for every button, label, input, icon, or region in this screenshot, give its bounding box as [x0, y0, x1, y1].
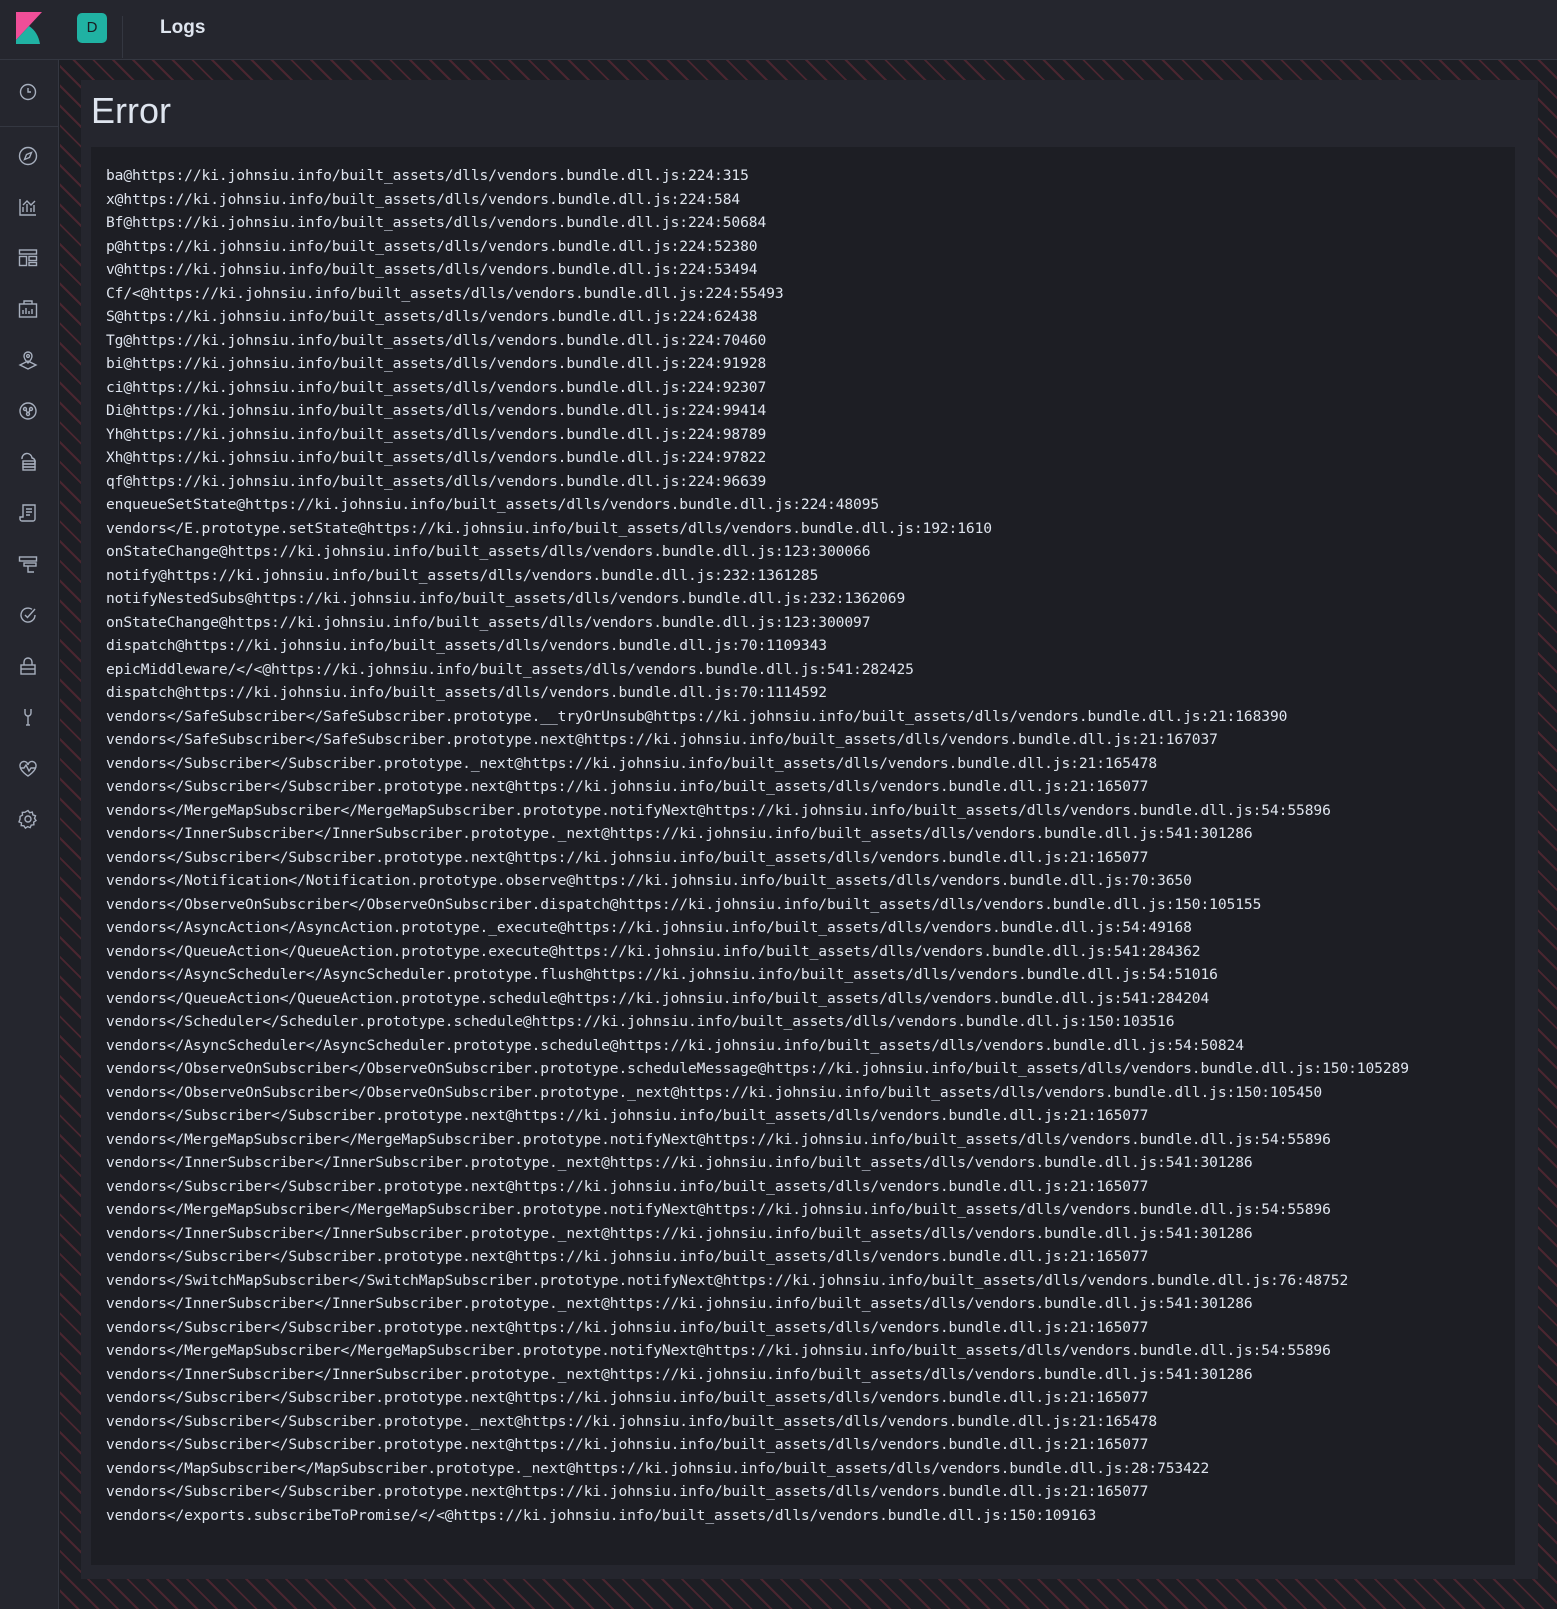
breadcrumb-title: Logs	[160, 17, 206, 38]
stack-trace-line: vendors</E.prototype.setState@https://ki…	[106, 519, 992, 537]
space-avatar[interactable]: D	[77, 13, 107, 43]
header-divider	[122, 16, 123, 58]
header-bar: D Logs	[0, 0, 1557, 60]
stack-trace-line: p@https://ki.johnsiu.info/built_assets/d…	[106, 237, 758, 255]
stack-trace-line: qf@https://ki.johnsiu.info/built_assets/…	[106, 472, 767, 490]
stack-trace-line: vendors</SafeSubscriber</SafeSubscriber.…	[106, 707, 1288, 725]
wrench-icon[interactable]	[16, 705, 40, 729]
stack-trace-line: vendors</SwitchMapSubscriber</SwitchMapS…	[106, 1271, 1349, 1289]
stack-trace-line: vendors</QueueAction</QueueAction.protot…	[106, 989, 1210, 1007]
stack-trace-line: Bf@https://ki.johnsiu.info/built_assets/…	[106, 214, 767, 231]
stack-trace-line: vendors</AsyncAction</AsyncAction.protot…	[106, 919, 1192, 936]
stack-trace-line: vendors</QueueAction</QueueAction.protot…	[106, 942, 1201, 960]
stack-trace-line: vendors</SafeSubscriber</SafeSubscriber.…	[106, 731, 1218, 748]
stack-trace-line: vendors</AsyncScheduler</AsyncScheduler.…	[106, 1036, 1244, 1054]
stack-trace-line: enqueueSetState@https://ki.johnsiu.info/…	[106, 496, 880, 513]
error-panel: Error ba@https://ki.johnsiu.info/built_a…	[81, 80, 1538, 1579]
stack-trace-line: vendors</MergeMapSubscriber</MergeMapSub…	[106, 1201, 1331, 1218]
stack-trace-line: vendors</Subscriber</Subscriber.prototyp…	[106, 754, 1158, 772]
stack-trace-line: vendors</Scheduler</Scheduler.prototype.…	[106, 1013, 1175, 1030]
chart-icon[interactable]	[16, 195, 40, 219]
stack-trace-line: vendors</InnerSubscriber</InnerSubscribe…	[106, 825, 1253, 842]
stack-trace-line: Tg@https://ki.johnsiu.info/built_assets/…	[106, 331, 767, 349]
error-stack-trace: ba@https://ki.johnsiu.info/built_assets/…	[91, 147, 1515, 1565]
main-content-area: Error ba@https://ki.johnsiu.info/built_a…	[60, 60, 1557, 1609]
stack-trace-line: x@https://ki.johnsiu.info/built_assets/d…	[106, 190, 741, 208]
stack-trace-line: vendors</InnerSubscriber</InnerSubscribe…	[106, 1365, 1253, 1383]
compass-icon[interactable]	[16, 144, 40, 168]
stack-trace-line: Yh@https://ki.johnsiu.info/built_assets/…	[106, 425, 767, 443]
stack-trace-line: vendors</Subscriber</Subscriber.prototyp…	[106, 1483, 1149, 1500]
stack-trace-line: vendors</Subscriber</Subscriber.prototyp…	[106, 1389, 1149, 1406]
stack-trace-line: onStateChange@https://ki.johnsiu.info/bu…	[106, 543, 871, 560]
stack-trace-line: vendors</Subscriber</Subscriber.prototyp…	[106, 1436, 1149, 1453]
stack-trace-line: vendors</ObserveOnSubscriber</ObserveOnS…	[106, 895, 1262, 913]
stack-trace-line: Xh@https://ki.johnsiu.info/built_assets/…	[106, 449, 767, 466]
stack-trace-line: vendors</ObserveOnSubscriber</ObserveOnS…	[106, 1083, 1323, 1101]
nav-divider	[0, 126, 58, 127]
infrastructure-icon[interactable]	[16, 450, 40, 474]
apm-icon[interactable]	[16, 552, 40, 576]
stack-trace-line: vendors</Subscriber</Subscriber.prototyp…	[106, 1177, 1149, 1195]
stack-trace-line: notify@https://ki.johnsiu.info/built_ass…	[106, 566, 819, 584]
stack-trace-line: S@https://ki.johnsiu.info/built_assets/d…	[106, 308, 758, 325]
stack-trace-line: dispatch@https://ki.johnsiu.info/built_a…	[106, 684, 827, 701]
stack-trace-line: vendors</exports.subscribeToPromise/</<@…	[106, 1506, 1097, 1524]
stack-trace-line: vendors</MergeMapSubscriber</MergeMapSub…	[106, 1130, 1331, 1148]
gear-icon[interactable]	[16, 807, 40, 831]
stack-trace-line: dispatch@https://ki.johnsiu.info/built_a…	[106, 637, 827, 654]
dashboard-icon[interactable]	[16, 246, 40, 270]
stack-trace-line: epicMiddleware/</<@https://ki.johnsiu.in…	[106, 660, 914, 678]
heartbeat-icon[interactable]	[16, 756, 40, 780]
stack-trace-line: vendors</Subscriber</Subscriber.prototyp…	[106, 1412, 1158, 1430]
stack-trace-line: vendors</Notification</Notification.prot…	[106, 872, 1192, 889]
stack-trace-line: Di@https://ki.johnsiu.info/built_assets/…	[106, 402, 767, 419]
clock-icon[interactable]	[16, 80, 40, 104]
stack-trace-line: onStateChange@https://ki.johnsiu.info/bu…	[106, 613, 871, 631]
stack-trace-line: v@https://ki.johnsiu.info/built_assets/d…	[106, 261, 758, 278]
stack-trace-line: vendors</Subscriber</Subscriber.prototyp…	[106, 1318, 1149, 1336]
canvas-icon[interactable]	[16, 297, 40, 321]
stack-trace-line: vendors</MergeMapSubscriber</MergeMapSub…	[106, 1342, 1331, 1359]
lock-icon[interactable]	[16, 654, 40, 678]
stack-trace-line: notifyNestedSubs@https://ki.johnsiu.info…	[106, 590, 906, 607]
stack-trace-line: vendors</InnerSubscriber</InnerSubscribe…	[106, 1154, 1253, 1171]
kibana-logo-icon[interactable]	[14, 12, 44, 44]
stack-trace-line: vendors</ObserveOnSubscriber</ObserveOnS…	[106, 1060, 1409, 1077]
error-title: Error	[91, 90, 171, 131]
stack-trace-line: vendors</Subscriber</Subscriber.prototyp…	[106, 1107, 1149, 1124]
map-pin-icon[interactable]	[16, 348, 40, 372]
stack-trace-line: vendors</Subscriber</Subscriber.prototyp…	[106, 778, 1149, 795]
stack-trace-line: Cf/<@https://ki.johnsiu.info/built_asset…	[106, 284, 784, 302]
uptime-icon[interactable]	[16, 603, 40, 627]
stack-trace-line: vendors</Subscriber</Subscriber.prototyp…	[106, 1248, 1149, 1265]
stack-trace-line: vendors</MapSubscriber</MapSubscriber.pr…	[106, 1459, 1210, 1477]
stack-trace-line: vendors</InnerSubscriber</InnerSubscribe…	[106, 1295, 1253, 1312]
stack-trace-line: ba@https://ki.johnsiu.info/built_assets/…	[106, 167, 749, 184]
stack-trace-line: bi@https://ki.johnsiu.info/built_assets/…	[106, 355, 767, 372]
stack-trace-line: vendors</InnerSubscriber</InnerSubscribe…	[106, 1224, 1253, 1242]
stack-trace-line: vendors</AsyncScheduler</AsyncScheduler.…	[106, 966, 1218, 983]
stack-trace-line: vendors</Subscriber</Subscriber.prototyp…	[106, 848, 1149, 866]
logs-icon[interactable]	[16, 501, 40, 525]
stack-trace-line: ci@https://ki.johnsiu.info/built_assets/…	[106, 378, 767, 396]
stack-trace-line: vendors</MergeMapSubscriber</MergeMapSub…	[106, 801, 1331, 819]
side-navigation	[0, 60, 59, 1609]
ml-icon[interactable]	[16, 399, 40, 423]
